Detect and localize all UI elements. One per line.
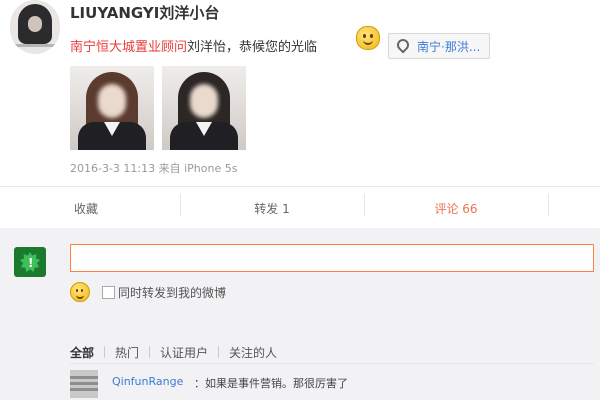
post-meta[interactable]: 2016-3-3 11:13 来自 iPhone 5s bbox=[70, 160, 237, 176]
poster-avatar[interactable] bbox=[10, 0, 60, 54]
post-photo-1[interactable] bbox=[70, 66, 154, 150]
repost-checkbox-label[interactable]: 同时转发到我的微博 bbox=[118, 284, 226, 301]
filter-divider bbox=[70, 363, 594, 364]
post-text: 南宁恒大城置业顾问刘洋怡，恭候您的光临 bbox=[70, 36, 317, 55]
avatar-caption-line bbox=[14, 44, 56, 47]
filter-following[interactable]: 关注的人 bbox=[229, 344, 277, 361]
emoji-mouth bbox=[76, 293, 84, 299]
smiley-mouth bbox=[363, 38, 373, 45]
location-pin-icon bbox=[394, 36, 412, 54]
repost-button[interactable]: 转发 1 bbox=[212, 200, 332, 217]
emoji-eye-left bbox=[76, 289, 78, 292]
filter-separator bbox=[149, 346, 151, 358]
filter-hot[interactable]: 热门 bbox=[115, 344, 139, 361]
filter-separator bbox=[104, 346, 106, 358]
action-separator bbox=[548, 194, 549, 216]
post-text-highlight[interactable]: 南宁恒大城置业顾问 bbox=[70, 40, 187, 55]
location-tag[interactable]: 南宁·那洪... bbox=[388, 33, 490, 59]
smiley-icon bbox=[356, 26, 380, 50]
avatar-face bbox=[28, 16, 42, 32]
filter-verified[interactable]: 认证用户 bbox=[160, 344, 208, 361]
comment-text: ：如果是事件营销。那很厉害了 bbox=[194, 377, 348, 390]
photo-face bbox=[98, 84, 126, 118]
post-photo-2[interactable] bbox=[162, 66, 246, 150]
actions-divider bbox=[0, 186, 600, 187]
action-separator bbox=[180, 194, 181, 216]
filter-all[interactable]: 全部 bbox=[70, 344, 94, 361]
poster-username[interactable]: LIUYANGYI刘洋小台 bbox=[70, 2, 219, 23]
favorite-button[interactable]: 收藏 bbox=[26, 200, 146, 217]
repost-checkbox[interactable] bbox=[102, 286, 115, 299]
avatar-exclamation-mark: ! bbox=[28, 256, 34, 270]
location-text: 南宁·那洪... bbox=[417, 40, 481, 54]
avatar-stripe bbox=[70, 376, 98, 379]
post-text-body: 刘洋怡，恭候您的光临 bbox=[187, 40, 318, 55]
comment-filter-bar: 全部 热门 认证用户 关注的人 bbox=[70, 344, 277, 361]
action-separator bbox=[364, 194, 365, 216]
filter-separator bbox=[218, 346, 220, 358]
emoji-icon[interactable] bbox=[70, 282, 90, 302]
avatar-stripe bbox=[70, 388, 98, 391]
photo-face bbox=[190, 84, 218, 118]
comment-input[interactable] bbox=[70, 244, 594, 272]
user-avatar-icon[interactable]: ! bbox=[14, 247, 46, 277]
comment-button[interactable]: 评论 66 bbox=[396, 200, 516, 217]
comment-username[interactable]: QinfunRange bbox=[112, 375, 183, 388]
emoji-eye-right bbox=[81, 289, 83, 292]
avatar-stripe bbox=[70, 382, 98, 385]
commenter-avatar[interactable] bbox=[70, 370, 98, 398]
